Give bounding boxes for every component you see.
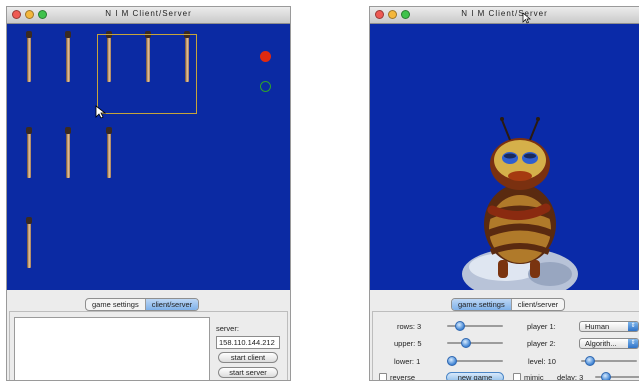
match-stick[interactable] — [65, 127, 71, 178]
server-label: server: — [216, 324, 239, 333]
player2-label: player 2: — [527, 339, 556, 348]
lower-label: lower: 1 — [394, 357, 421, 366]
slider-knob[interactable] — [601, 372, 611, 380]
title-bar[interactable]: N I M Client/Server — [7, 7, 290, 24]
server-address-field[interactable]: 158.110.144.212 — [216, 336, 280, 349]
slider-knob[interactable] — [461, 338, 471, 348]
mouse-pointer-icon — [95, 105, 107, 119]
nim-client-window: N I M Client/Server game settings client… — [6, 6, 291, 381]
nim-game-window: N I M Client/Server game settings client… — [369, 6, 639, 381]
reverse-label: reverse — [390, 373, 416, 381]
reverse-checkbox[interactable] — [379, 373, 387, 380]
player2-select[interactable]: Algorith... ⇕ — [579, 338, 639, 349]
tab-bar: game settings client/server — [451, 298, 566, 311]
level-label: level: 10 — [528, 357, 556, 366]
mimic-checkbox[interactable] — [513, 373, 521, 380]
tab-client-server[interactable]: client/server — [510, 299, 564, 310]
other-player-marker — [260, 81, 271, 92]
player1-value: Human — [585, 322, 610, 331]
updown-arrows-icon: ⇕ — [628, 322, 638, 331]
upper-slider[interactable] — [447, 338, 503, 348]
slider-track — [447, 342, 503, 344]
tab-client-server[interactable]: client/server — [144, 299, 199, 310]
delay-label: delay: 3 — [557, 373, 584, 381]
tab-game-settings[interactable]: game settings — [452, 299, 511, 310]
rows-slider[interactable] — [447, 321, 503, 331]
delay-slider[interactable] — [595, 372, 639, 380]
mimic-label: mimic — [524, 373, 544, 381]
nim-board[interactable] — [7, 24, 290, 290]
new-game-button[interactable]: new game — [446, 372, 504, 380]
rows-label: rows: 3 — [397, 322, 422, 331]
match-stick[interactable] — [65, 31, 71, 82]
tab-bar: game settings client/server — [85, 298, 200, 311]
title-bar[interactable]: N I M Client/Server — [370, 7, 639, 24]
message-log[interactable] — [14, 317, 210, 380]
selection-rectangle — [97, 34, 197, 114]
match-stick[interactable] — [26, 31, 32, 82]
game-scene — [370, 24, 639, 290]
start-client-button[interactable]: start client — [218, 352, 278, 363]
slider-knob[interactable] — [455, 321, 465, 331]
window-title: N I M Client/Server — [105, 9, 192, 18]
upper-label: upper: 5 — [394, 339, 422, 348]
slider-knob[interactable] — [447, 356, 457, 366]
level-slider[interactable] — [581, 356, 637, 366]
start-server-button[interactable]: start server — [218, 367, 278, 378]
current-player-marker — [260, 51, 271, 62]
player2-value: Algorith... — [585, 339, 617, 348]
lower-slider[interactable] — [447, 356, 503, 366]
player1-select[interactable]: Human ⇕ — [579, 321, 639, 332]
tab-game-settings[interactable]: game settings — [86, 299, 145, 310]
slider-knob[interactable] — [585, 356, 595, 366]
updown-arrows-icon: ⇕ — [628, 339, 638, 348]
player1-label: player 1: — [527, 322, 556, 331]
game-settings-panel: rows: 3 upper: 5 lower: 1 player 1: Huma… — [372, 311, 639, 381]
ladybug-mascot-icon — [462, 117, 578, 290]
client-server-panel: server: 158.110.144.212 start client sta… — [9, 311, 288, 380]
match-stick[interactable] — [26, 217, 32, 268]
match-stick[interactable] — [26, 127, 32, 178]
match-stick[interactable] — [106, 127, 112, 178]
window-title: N I M Client/Server — [461, 9, 548, 18]
